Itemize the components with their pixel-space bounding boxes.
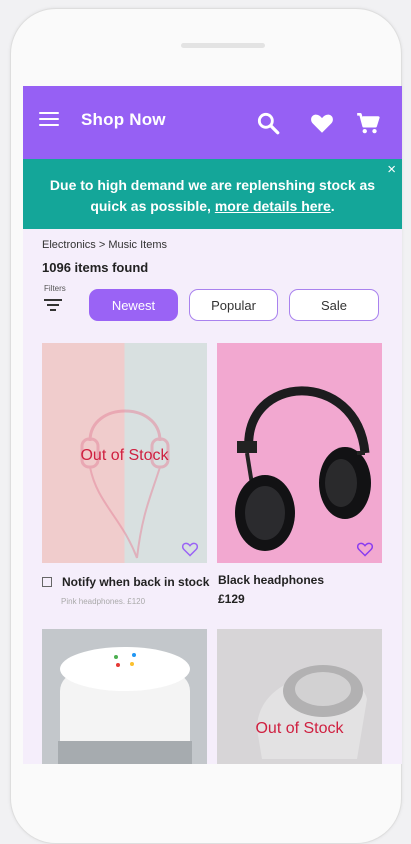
banner-message: Due to high demand we are replenshing st… [35, 175, 390, 217]
notify-back-in-stock[interactable]: Notify when back in stock [42, 575, 209, 589]
chip-popular[interactable]: Popular [189, 289, 278, 321]
speaker-grille [181, 43, 265, 48]
stock-notice-banner: × Due to high demand we are replenshing … [23, 159, 402, 229]
results-count: 1096 items found [42, 260, 149, 275]
product-card-smart-speaker[interactable] [42, 629, 207, 764]
app-bar: Shop Now [23, 86, 402, 159]
cart-icon[interactable] [355, 110, 381, 136]
app-title: Shop Now [81, 110, 166, 129]
notify-checkbox[interactable] [42, 577, 52, 587]
filters-label: Filters [44, 284, 66, 293]
more-details-link[interactable]: more details here [215, 198, 331, 214]
chip-newest[interactable]: Newest [89, 289, 178, 321]
favorite-heart-icon[interactable] [181, 541, 199, 557]
product-card-speaker[interactable]: Out of Stock [217, 629, 382, 764]
search-icon[interactable] [255, 110, 281, 136]
filter-icon[interactable] [44, 299, 62, 312]
chip-sale[interactable]: Sale [289, 289, 379, 321]
product-image [257, 665, 367, 759]
out-of-stock-label: Out of Stock [255, 720, 344, 737]
heart-icon[interactable] [309, 110, 335, 136]
product-image [235, 386, 371, 551]
banner-tail: . [330, 198, 335, 214]
product-subtitle: Pink headphones. £120 [61, 597, 146, 606]
product-name[interactable]: Black headphones [218, 573, 324, 587]
product-price: £129 [218, 592, 245, 606]
menu-icon[interactable] [39, 112, 59, 126]
product-image [42, 629, 207, 764]
favorite-heart-icon[interactable] [356, 541, 374, 557]
app-screen: Shop Now × Due to high demand we are rep… [23, 86, 402, 764]
product-card-black-headphones[interactable] [217, 343, 382, 563]
out-of-stock-label: Out of Stock [80, 447, 169, 464]
notify-label: Notify when back in stock [62, 575, 210, 589]
product-card-pink-headphones[interactable]: Out of Stock [42, 343, 207, 563]
breadcrumb[interactable]: Electronics > Music Items [42, 239, 167, 251]
